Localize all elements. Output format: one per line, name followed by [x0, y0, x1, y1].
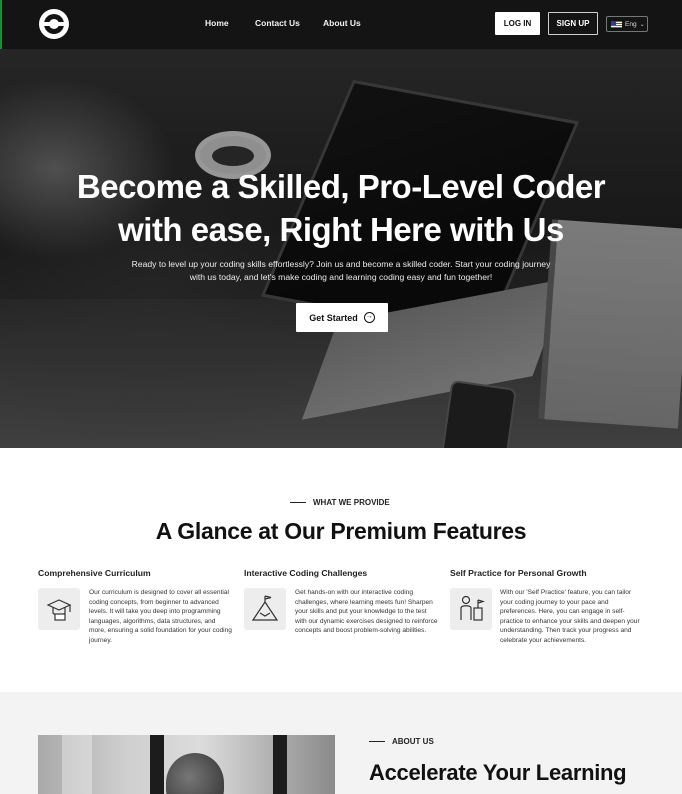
person-podium-icon [450, 588, 492, 630]
about-heading: Accelerate Your Learning [369, 760, 627, 785]
mountain-flag-icon [244, 588, 286, 630]
about-image [38, 735, 335, 794]
graduation-cap-icon [38, 588, 80, 630]
language-select[interactable]: Eng ⌄ [606, 16, 648, 32]
get-started-label: Get Started [309, 312, 358, 323]
chevron-down-icon: ⌄ [639, 21, 645, 28]
hero-title-line-2: with ease, Right Here with Us [118, 211, 564, 248]
about-section: ABOUT US Accelerate Your Learning [0, 692, 682, 794]
nav-link-contact[interactable]: Contact Us [255, 18, 300, 28]
hero-section: Become a Skilled, Pro-Level Coder with e… [0, 49, 682, 448]
features-heading: A Glance at Our Premium Features [155, 518, 527, 544]
nav-link-about[interactable]: About Us [323, 18, 361, 28]
language-label: Eng [625, 20, 637, 28]
hero-title: Become a Skilled, Pro-Level Coder with e… [0, 165, 682, 251]
feature-text-challenges: Get hands-on with our interactive coding… [295, 589, 438, 635]
features-section: WHAT WE PROVIDE A Glance at Our Premium … [0, 448, 682, 692]
get-started-button[interactable]: Get Started → [296, 303, 388, 332]
features-eyebrow: WHAT WE PROVIDE [290, 498, 390, 507]
top-navbar: Home Contact Us About Us LOG IN SIGN UP … [0, 0, 682, 49]
hero-title-line-1: Become a Skilled, Pro-Level Coder [76, 168, 606, 205]
hero-subtitle: Ready to level up your coding skills eff… [131, 259, 551, 282]
arrow-right-circle-icon: → [363, 312, 375, 323]
nav-link-home[interactable]: Home [205, 18, 229, 28]
signup-button[interactable]: SIGN UP [548, 12, 598, 35]
us-flag-icon [611, 20, 622, 28]
login-button[interactable]: LOG IN [495, 12, 540, 35]
feature-title-curriculum: Comprehensive Curriculum [38, 568, 151, 578]
feature-title-challenges: Interactive Coding Challenges [244, 568, 368, 578]
feature-text-self-practice: With our 'Self Practice' feature, you ca… [500, 589, 640, 644]
feature-text-curriculum: Our curriculum is designed to cover all … [89, 589, 232, 644]
about-eyebrow: ABOUT US [369, 737, 434, 746]
feature-title-self-practice: Self Practice for Personal Growth [450, 568, 587, 578]
